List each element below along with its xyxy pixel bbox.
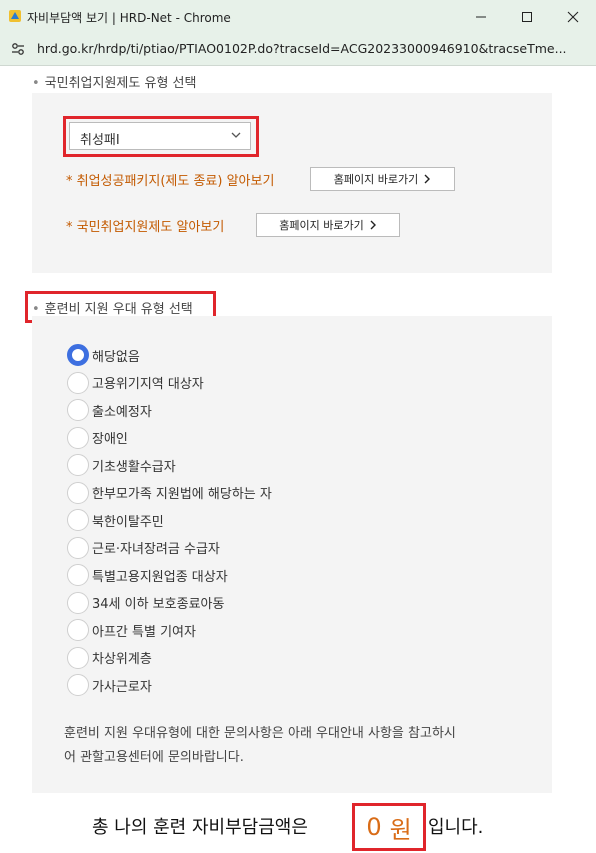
radio-button[interactable] xyxy=(67,509,89,531)
radio-button[interactable] xyxy=(67,564,89,586)
link-label-national-support: * 국민취업지원제도 알아보기 xyxy=(66,220,225,235)
option-label: 가사근로자 xyxy=(92,679,152,695)
radio-button[interactable] xyxy=(67,454,89,476)
preference-option[interactable]: 출소예정자 xyxy=(67,399,152,421)
option-label: 한부모가족 지원법에 해당하는 자 xyxy=(92,487,272,502)
preference-option[interactable]: 기초생활수급자 xyxy=(67,454,176,476)
minimize-icon xyxy=(476,16,486,17)
preference-option[interactable]: 장애인 xyxy=(67,426,128,449)
radio-button-checked[interactable] xyxy=(67,344,89,366)
preference-option[interactable]: 차상위계층 xyxy=(67,646,152,669)
maximize-icon xyxy=(522,11,532,22)
radio-button[interactable] xyxy=(67,399,89,421)
section-title-employment-type: • 국민취업지원제도 유형 선택 xyxy=(32,72,196,91)
option-label: 기초생활수급자 xyxy=(92,459,176,475)
radio-button[interactable] xyxy=(67,646,89,669)
total-suffix: 입니다. xyxy=(428,817,484,838)
radio-button[interactable] xyxy=(67,619,89,641)
radio-button[interactable] xyxy=(67,591,89,614)
radio-button[interactable] xyxy=(67,426,89,449)
app-icon xyxy=(9,10,21,22)
page-content: • 국민취업지원제도 유형 선택 취성패Ⅰ * 취업성공패키지(제도 종료) 알아… xyxy=(0,66,596,853)
radio-button[interactable] xyxy=(67,674,89,696)
maximize-button[interactable] xyxy=(504,0,550,33)
notice-line: 훈련비 지원 우대유형에 대한 문의사항은 아래 우대안내 사항을 참고하시 xyxy=(64,726,456,741)
title-bar: 자비부담액 보기 | HRD-Net - Chrome xyxy=(0,0,596,33)
option-label: 북한이탈주민 xyxy=(92,514,164,530)
radio-button[interactable] xyxy=(67,481,89,504)
total-amount-value: 0 xyxy=(366,813,382,841)
link-label-success-package: * 취업성공패키지(제도 종료) 알아보기 xyxy=(66,174,275,189)
homepage-button-national-support[interactable]: 홈페이지 바로가기 xyxy=(256,213,400,237)
site-settings-icon[interactable] xyxy=(10,41,26,57)
preference-option[interactable]: 아프간 특별 기여자 xyxy=(67,619,196,641)
inquiry-notice: 훈련비 지원 우대유형에 대한 문의사항은 아래 우대안내 사항을 참고하시 어… xyxy=(64,722,534,770)
total-amount-row: 총 나의 훈련 자비부담금액은 0 원 입니다. xyxy=(0,803,596,853)
highlight-box-select xyxy=(63,116,259,157)
option-label: 해당없음 xyxy=(92,349,140,365)
option-label: 특별고용지원업종 대상자 xyxy=(92,569,228,585)
bullet: • xyxy=(32,76,40,91)
option-label: 34세 이하 보호종료아동 xyxy=(92,597,225,612)
address-bar[interactable]: hrd.go.kr/hrdp/ti/ptiao/PTIAO0102P.do?tr… xyxy=(0,33,596,66)
button-label: 홈페이지 바로가기 xyxy=(333,173,419,186)
radio-button[interactable] xyxy=(67,371,89,394)
total-prefix: 총 나의 훈련 자비부담금액은 xyxy=(92,817,308,838)
preference-option[interactable]: 한부모가족 지원법에 해당하는 자 xyxy=(67,481,272,504)
preference-option[interactable]: 특별고용지원업종 대상자 xyxy=(67,564,228,586)
option-label: 장애인 xyxy=(92,432,128,447)
url-text[interactable]: hrd.go.kr/hrdp/ti/ptiao/PTIAO0102P.do?tr… xyxy=(37,41,567,56)
notice-line: 어 관할고용센터에 문의바랍니다. xyxy=(64,750,244,765)
option-label: 출소예정자 xyxy=(92,404,152,420)
option-label: 차상위계층 xyxy=(92,652,152,667)
close-button[interactable] xyxy=(550,0,596,33)
window-title: 자비부담액 보기 | HRD-Net - Chrome xyxy=(27,11,231,25)
option-label: 아프간 특별 기여자 xyxy=(92,624,196,640)
homepage-button-success-package[interactable]: 홈페이지 바로가기 xyxy=(310,167,455,191)
minimize-button[interactable] xyxy=(458,0,504,33)
preference-option[interactable]: 고용위기지역 대상자 xyxy=(67,371,204,394)
chevron-right-icon xyxy=(370,220,376,230)
total-amount-unit: 원 xyxy=(389,815,412,844)
option-label: 고용위기지역 대상자 xyxy=(92,377,204,392)
preference-option[interactable]: 북한이탈주민 xyxy=(67,509,164,531)
total-amount-box: 0 원 xyxy=(352,803,426,851)
preference-option[interactable]: 근로·자녀장려금 수급자 xyxy=(67,536,220,559)
chevron-right-icon xyxy=(424,174,431,184)
preference-option[interactable]: 34세 이하 보호종료아동 xyxy=(67,591,225,614)
button-label: 홈페이지 바로가기 xyxy=(279,219,364,232)
option-label: 근로·자녀장려금 수급자 xyxy=(92,542,220,557)
radio-button[interactable] xyxy=(67,536,89,559)
close-icon xyxy=(567,11,579,22)
section-title-text: 국민취업지원제도 유형 선택 xyxy=(44,76,197,91)
preference-option[interactable]: 가사근로자 xyxy=(67,674,152,696)
preference-option[interactable]: 해당없음 xyxy=(67,344,140,366)
